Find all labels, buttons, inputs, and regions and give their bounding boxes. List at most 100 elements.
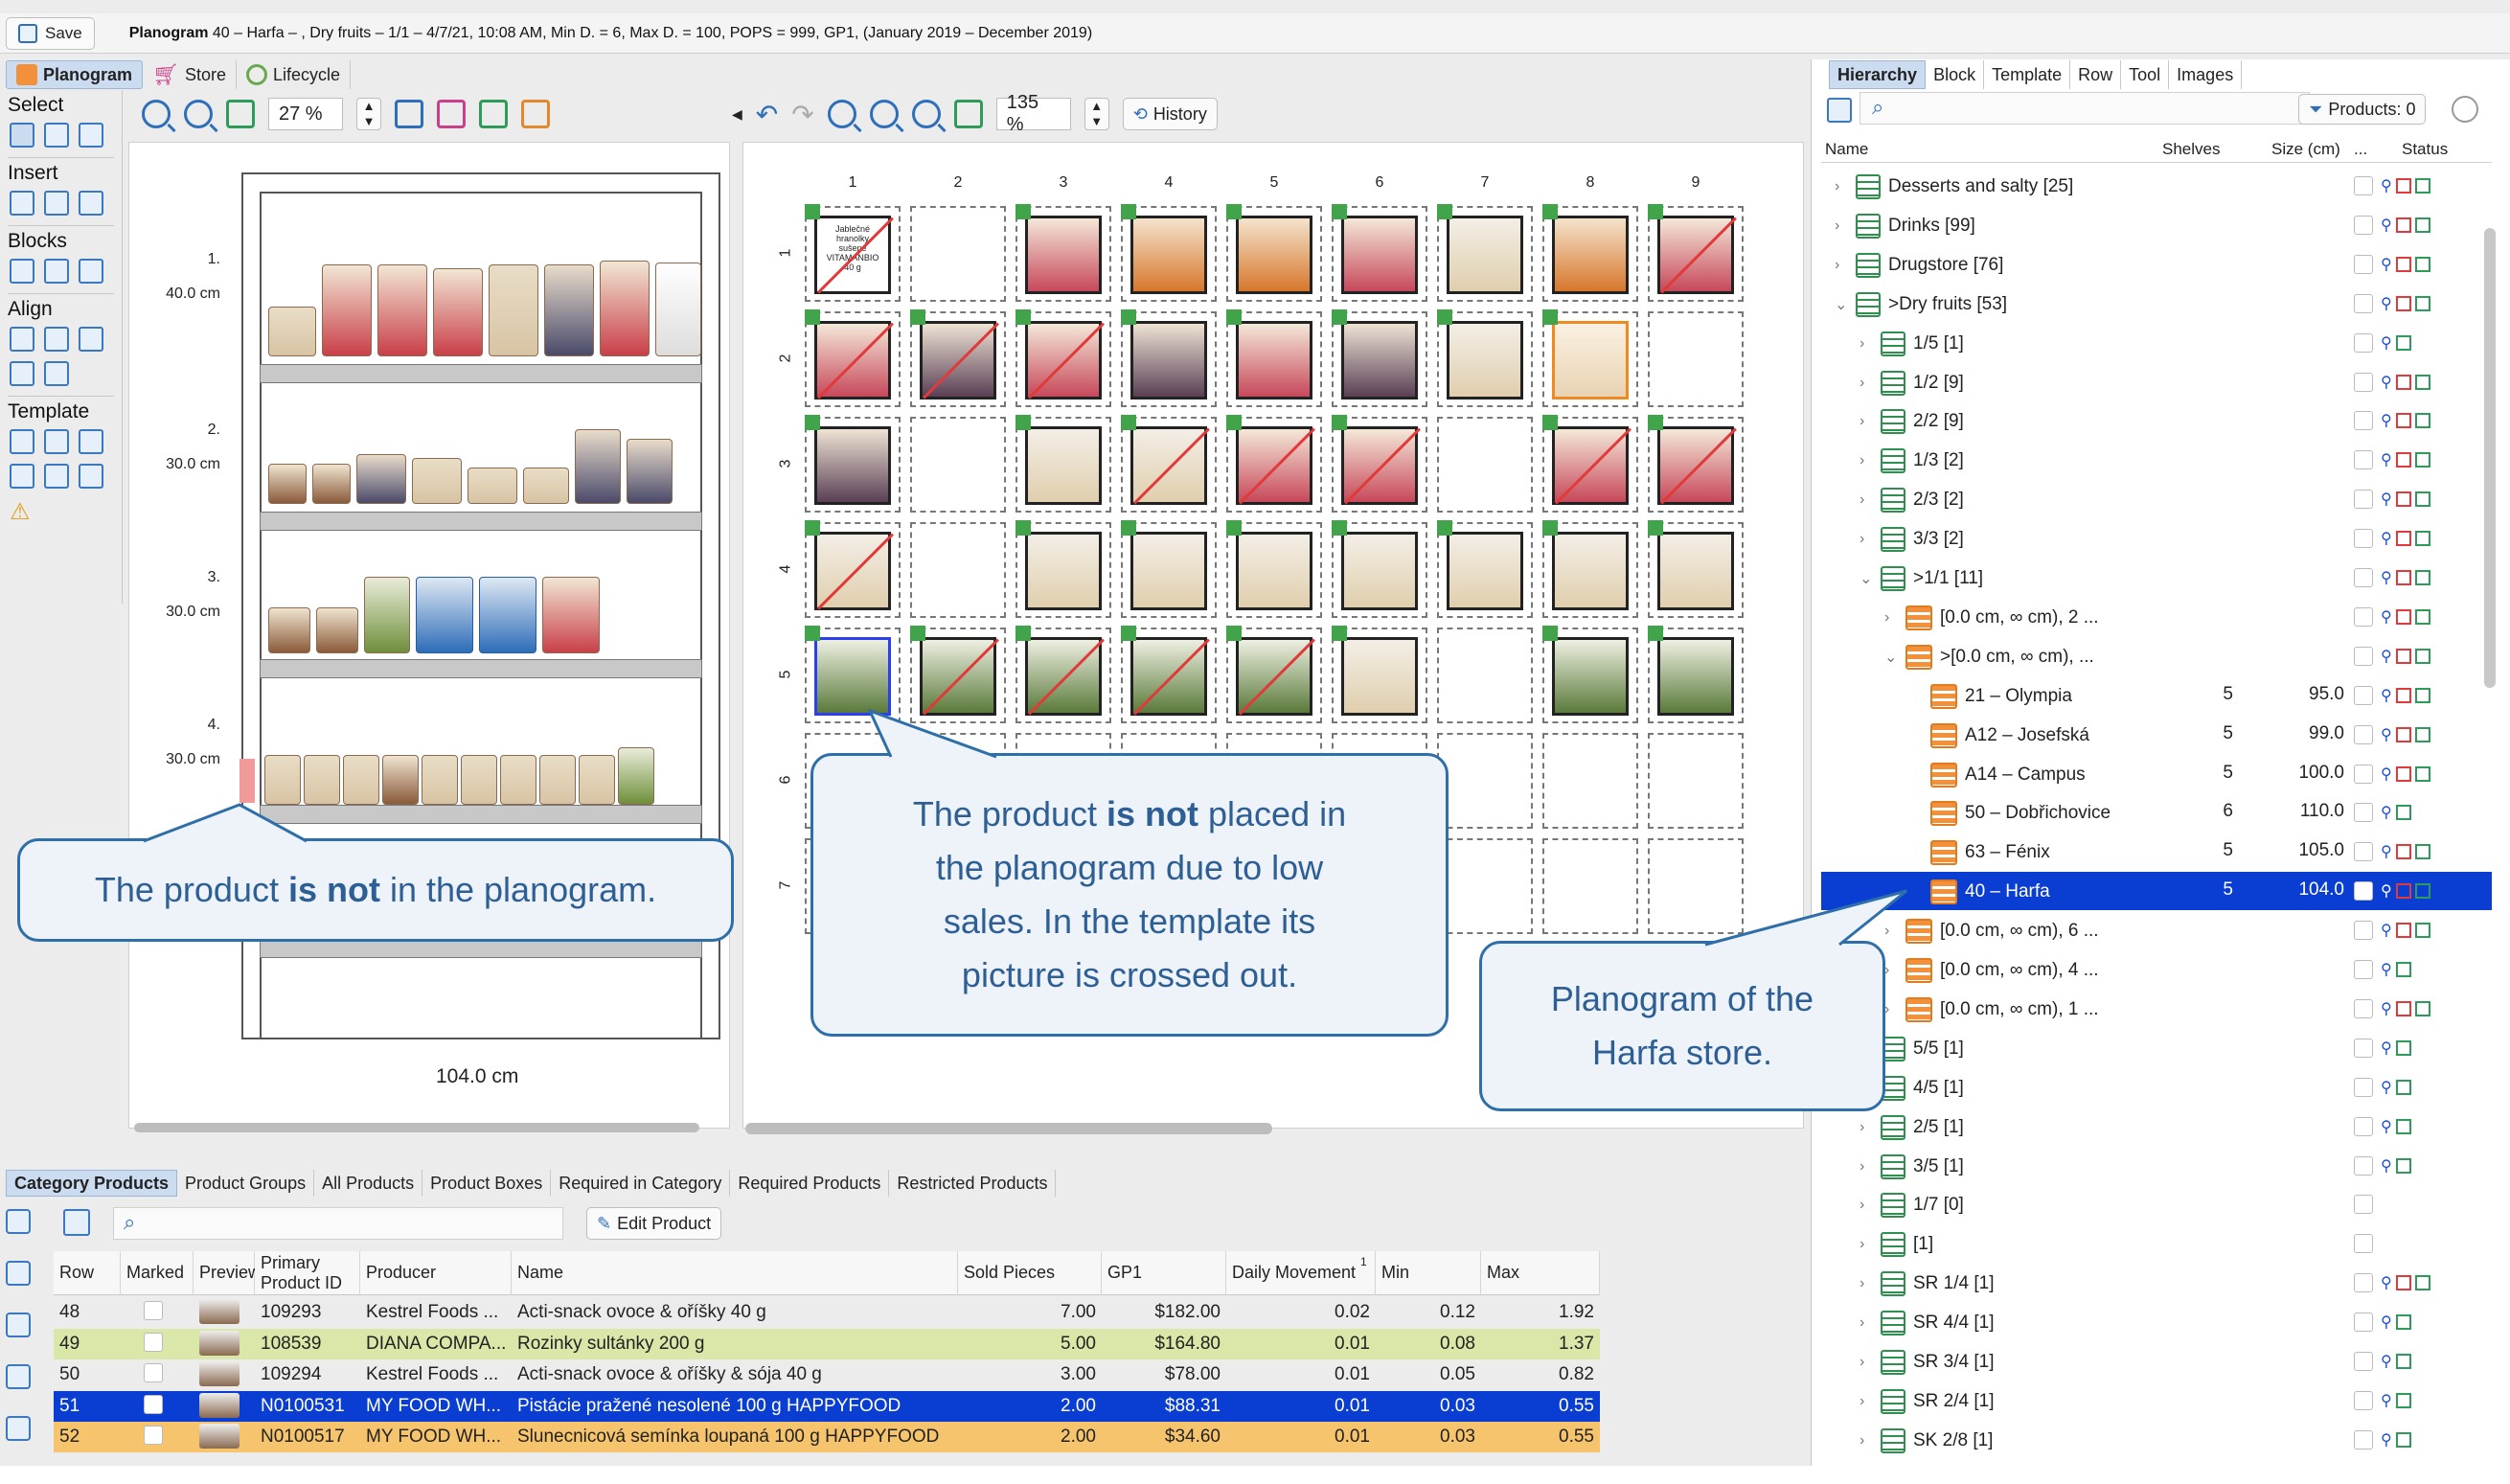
tree-row-checkbox[interactable]	[2354, 332, 2373, 353]
tree-row[interactable]: › 1/7 [0]	[1821, 1185, 2492, 1223]
template-product-picture[interactable]	[1657, 532, 1734, 610]
grid-cell[interactable]	[1542, 415, 1638, 513]
grid-cell[interactable]	[1437, 309, 1533, 407]
grid-cell[interactable]	[1648, 204, 1744, 302]
zoom-left-field[interactable]: 27 %	[268, 98, 343, 130]
tree-row-checkbox[interactable]	[2354, 293, 2373, 313]
tree-row[interactable]: ›4/5 [1]⚲	[1821, 1068, 2492, 1107]
product-search-input[interactable]: ⌕	[113, 1207, 563, 1240]
chevron-icon[interactable]: ⌄	[1860, 569, 1873, 588]
block-add-icon[interactable]	[10, 259, 34, 284]
zoom-right-field[interactable]: 135 %	[995, 92, 1071, 135]
redo-icon[interactable]: ↷	[791, 99, 813, 130]
tree-row[interactable]: ⌄ >1/1 [11] ⚲	[1821, 559, 2492, 597]
grid-cell[interactable]	[910, 417, 1006, 513]
tree-row[interactable]: › [0.0 cm, ∞ cm), 1 ... ⚲	[1821, 990, 2492, 1028]
tree-row[interactable]: › SR 3/4 [1] ⚲	[1821, 1342, 2492, 1381]
tree-row[interactable]: › [0.0 cm, ∞ cm), 2 ... ⚲	[1821, 598, 2492, 636]
tree-row[interactable]: 40 – Harfa 5 104.0 ⚲	[1821, 872, 2492, 911]
image-icon[interactable]	[6, 1364, 31, 1389]
grid-cell[interactable]	[1015, 204, 1111, 302]
grid-cell[interactable]	[910, 206, 1006, 302]
tree-row-checkbox[interactable]	[2354, 450, 2373, 470]
grid-zoom-fit-icon[interactable]	[911, 100, 941, 128]
grid-cell[interactable]	[1332, 415, 1427, 513]
marked-checkbox[interactable]	[144, 1394, 163, 1414]
grid-cell[interactable]	[1226, 520, 1322, 618]
tab-template[interactable]: Template	[1984, 60, 2071, 89]
tree-row-checkbox[interactable]	[2354, 606, 2373, 627]
tree-row[interactable]: › Drinks [99] ⚲	[1821, 206, 2492, 244]
tree-row-checkbox[interactable]	[2354, 529, 2373, 549]
tree-row[interactable]: › 3/5 [1] ⚲	[1821, 1147, 2492, 1185]
tree-row[interactable]: ⌄ >[0.0 cm, ∞ cm), ... ⚲	[1821, 637, 2492, 675]
template-product-picture[interactable]	[1552, 321, 1629, 400]
fit-icon[interactable]	[226, 100, 255, 128]
select-tool-icon[interactable]	[10, 123, 34, 148]
template-product-picture[interactable]	[920, 321, 996, 400]
product-pack[interactable]	[433, 268, 483, 356]
grid-cell[interactable]	[1226, 204, 1322, 302]
template-product-picture[interactable]	[1552, 637, 1629, 716]
grid-cell[interactable]	[910, 309, 1006, 407]
product-pack[interactable]	[422, 755, 458, 805]
template-product-picture[interactable]	[1657, 216, 1734, 294]
template-product-picture[interactable]	[1341, 216, 1418, 294]
tree-row[interactable]: 50 – Dobřichovice 6 110.0 ⚲	[1821, 793, 2492, 832]
product-pack[interactable]	[356, 454, 406, 504]
tree-row[interactable]: › SR 4/4 [1] ⚲	[1821, 1303, 2492, 1341]
template-product-picture[interactable]	[1447, 216, 1523, 294]
tree-row[interactable]: › 2/5 [1] ⚲	[1821, 1107, 2492, 1146]
template-product-picture[interactable]	[1657, 637, 1734, 716]
product-pack[interactable]	[264, 755, 301, 805]
zoom-out-icon[interactable]	[184, 100, 213, 128]
grid-cell[interactable]	[1332, 204, 1427, 302]
tab-row[interactable]: Row	[2070, 60, 2122, 89]
tree-row-checkbox[interactable]	[2354, 1429, 2373, 1450]
table-row[interactable]: 51 N0100531 MY FOOD WH... Pistácie pražené …	[54, 1390, 1600, 1422]
template-icon-3[interactable]	[79, 429, 103, 454]
template-icon-6[interactable]	[79, 464, 103, 489]
tree-row[interactable]: › SR 1/4 [1] ⚲	[1821, 1264, 2492, 1302]
insert-shelf-icon[interactable]	[10, 191, 34, 216]
tree-row-checkbox[interactable]	[2354, 1116, 2373, 1136]
chevron-icon[interactable]: ›	[1860, 1158, 1873, 1176]
col-shelves[interactable]: Shelves	[2162, 140, 2220, 159]
product-pack[interactable]	[539, 755, 576, 805]
grid-cell[interactable]	[805, 415, 901, 513]
product-pack[interactable]	[377, 264, 427, 356]
table-row[interactable]: 49 108539 DIANA COMPA... Rozinky sultánky 2…	[54, 1328, 1600, 1359]
template-product-picture[interactable]	[1236, 532, 1312, 610]
template-product-picture[interactable]	[1236, 637, 1312, 716]
tree-row-checkbox[interactable]	[2354, 490, 2373, 510]
grid-cell[interactable]	[1437, 204, 1533, 302]
collapse-arrow-icon[interactable]: ◀	[732, 106, 742, 123]
grid-cell[interactable]	[1542, 309, 1638, 407]
product-pack[interactable]	[268, 607, 310, 653]
chevron-icon[interactable]: ⌄	[1835, 295, 1848, 314]
tree-row-checkbox[interactable]	[2354, 881, 2373, 902]
template-product-picture[interactable]	[1130, 426, 1207, 505]
grid-cell[interactable]	[1542, 626, 1638, 723]
grid-cell[interactable]	[1332, 626, 1427, 723]
marked-checkbox[interactable]	[144, 1426, 163, 1445]
chevron-icon[interactable]: ›	[1835, 217, 1848, 235]
template-icon-5[interactable]	[44, 464, 69, 489]
tree-row-checkbox[interactable]	[2354, 764, 2373, 784]
template-product-picture[interactable]	[814, 426, 891, 505]
col-header[interactable]: Producer	[360, 1251, 512, 1295]
grid-cell[interactable]	[1226, 415, 1322, 513]
chevron-icon[interactable]: ›	[1860, 1275, 1873, 1292]
template-icon-1[interactable]	[10, 429, 34, 454]
tree-row-checkbox[interactable]	[2354, 1077, 2373, 1097]
select-grid-icon[interactable]	[44, 123, 69, 148]
col-size[interactable]: Size (cm)	[2271, 140, 2340, 159]
tree-row-checkbox[interactable]	[2354, 254, 2373, 274]
tree-row[interactable]: › 2/2 [9] ⚲	[1821, 401, 2492, 440]
product-pack[interactable]	[655, 263, 701, 356]
grid-cell[interactable]	[910, 522, 1006, 618]
grid-zoom-in-icon[interactable]	[827, 100, 856, 128]
grid-cell[interactable]	[1648, 415, 1744, 513]
grid-cell[interactable]	[1437, 733, 1533, 829]
block-split-icon[interactable]	[44, 259, 69, 284]
